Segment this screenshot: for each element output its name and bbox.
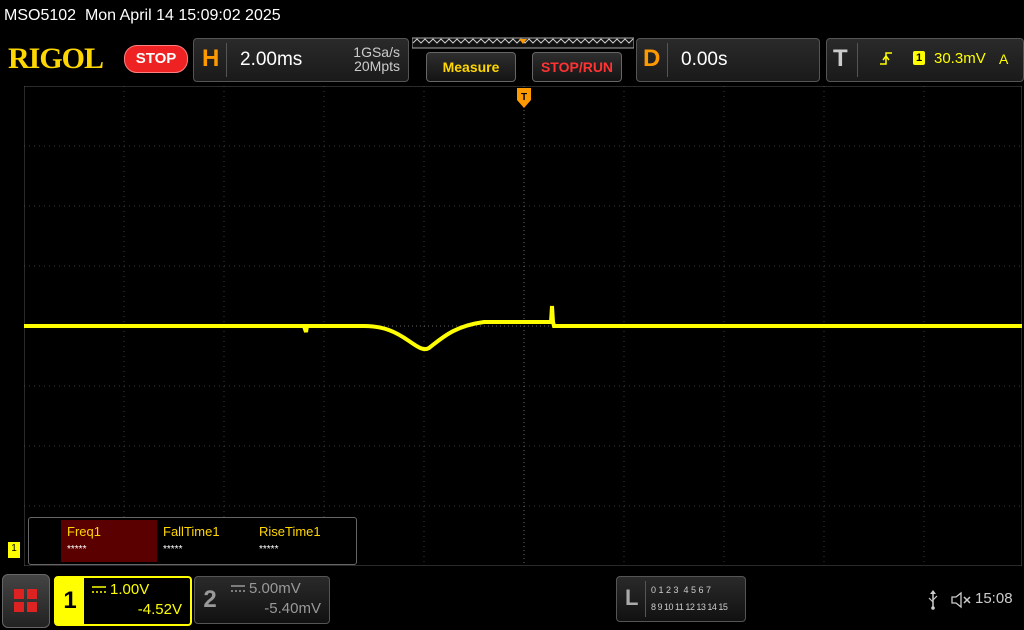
measurement-value: ***** bbox=[163, 544, 183, 555]
model-datetime: MSO5102 Mon April 14 15:09:02 2025 bbox=[4, 7, 281, 24]
measurement-freq[interactable]: Freq1 ***** bbox=[61, 520, 157, 562]
trigger-level: 30.3mV bbox=[934, 50, 986, 67]
horizontal-panel[interactable]: H 2.00ms 1GSa/s 20Mpts bbox=[193, 38, 409, 82]
channel2-panel[interactable]: 2 5.00mV -5.40mV bbox=[194, 576, 330, 624]
dc-coupling-icon bbox=[231, 585, 245, 592]
measurement-label: FallTime1 bbox=[163, 524, 220, 539]
measurement-falltime[interactable]: FallTime1 ***** bbox=[157, 520, 253, 562]
memory-depth: 20Mpts bbox=[354, 58, 400, 74]
logic-letter: L bbox=[625, 585, 639, 610]
channel1-offset: -4.52V bbox=[137, 601, 182, 618]
waveform-display[interactable] bbox=[24, 86, 1022, 566]
trigger-letter: T bbox=[833, 45, 848, 72]
rising-edge-icon bbox=[880, 52, 892, 65]
channel1-scale: 1.00V bbox=[110, 581, 150, 598]
menu-button[interactable] bbox=[2, 574, 50, 628]
channel1-ground-marker[interactable]: 1 bbox=[8, 542, 20, 558]
status-line: MSO5102 Mon April 14 15:09:02 2025 bbox=[0, 0, 1024, 34]
measurement-label: RiseTime1 bbox=[259, 524, 321, 539]
memory-position-strip bbox=[412, 37, 634, 49]
grid-menu-icon bbox=[14, 589, 37, 612]
stop-run-button[interactable]: STOP/RUN bbox=[532, 52, 622, 82]
usb-icon bbox=[928, 590, 938, 610]
run-state-badge[interactable]: STOP bbox=[124, 45, 188, 73]
trigger-source-badge: 1 bbox=[913, 51, 925, 65]
dc-coupling-icon bbox=[92, 586, 106, 593]
measure-button[interactable]: Measure bbox=[426, 52, 516, 82]
clock: 15:08 bbox=[975, 590, 1013, 607]
channel2-number: 2 bbox=[203, 586, 217, 613]
delay-letter: D bbox=[643, 45, 661, 72]
timebase-value: 2.00ms bbox=[240, 49, 303, 70]
channel2-scale: 5.00mV bbox=[249, 580, 301, 597]
sample-rate: 1GSa/s bbox=[353, 44, 400, 60]
svg-text:T: T bbox=[521, 92, 527, 103]
measurement-table: Freq1 ***** FallTime1 ***** RiseTime1 **… bbox=[28, 517, 357, 565]
trigger-panel[interactable]: T 1 30.3mV A bbox=[826, 38, 1024, 82]
measurement-value: ***** bbox=[67, 544, 87, 555]
trigger-position-marker[interactable]: T bbox=[516, 88, 532, 110]
channel1-panel[interactable]: 1 1.00V -4.52V bbox=[54, 576, 192, 626]
channel1-number: 1 bbox=[56, 578, 84, 624]
channel2-offset: -5.40mV bbox=[264, 600, 321, 617]
delay-panel[interactable]: D 0.00s bbox=[636, 38, 820, 82]
delay-value: 0.00s bbox=[681, 49, 728, 70]
logic-channels-high: 8 9 10 11 12 13 14 15 bbox=[651, 602, 728, 612]
measurement-risetime[interactable]: RiseTime1 ***** bbox=[253, 520, 349, 562]
measurement-label: Freq1 bbox=[67, 524, 101, 539]
horizontal-letter: H bbox=[202, 45, 220, 72]
measurement-value: ***** bbox=[259, 544, 279, 555]
logic-channels-low: 0 1 2 3 4 5 6 7 bbox=[651, 585, 712, 595]
rigol-logo: RIGOL bbox=[8, 42, 104, 75]
trigger-mode: A bbox=[999, 51, 1009, 67]
logic-panel[interactable]: L 0 1 2 3 4 5 6 7 8 9 10 11 12 13 14 15 bbox=[616, 576, 746, 622]
mute-icon[interactable] bbox=[950, 590, 972, 610]
